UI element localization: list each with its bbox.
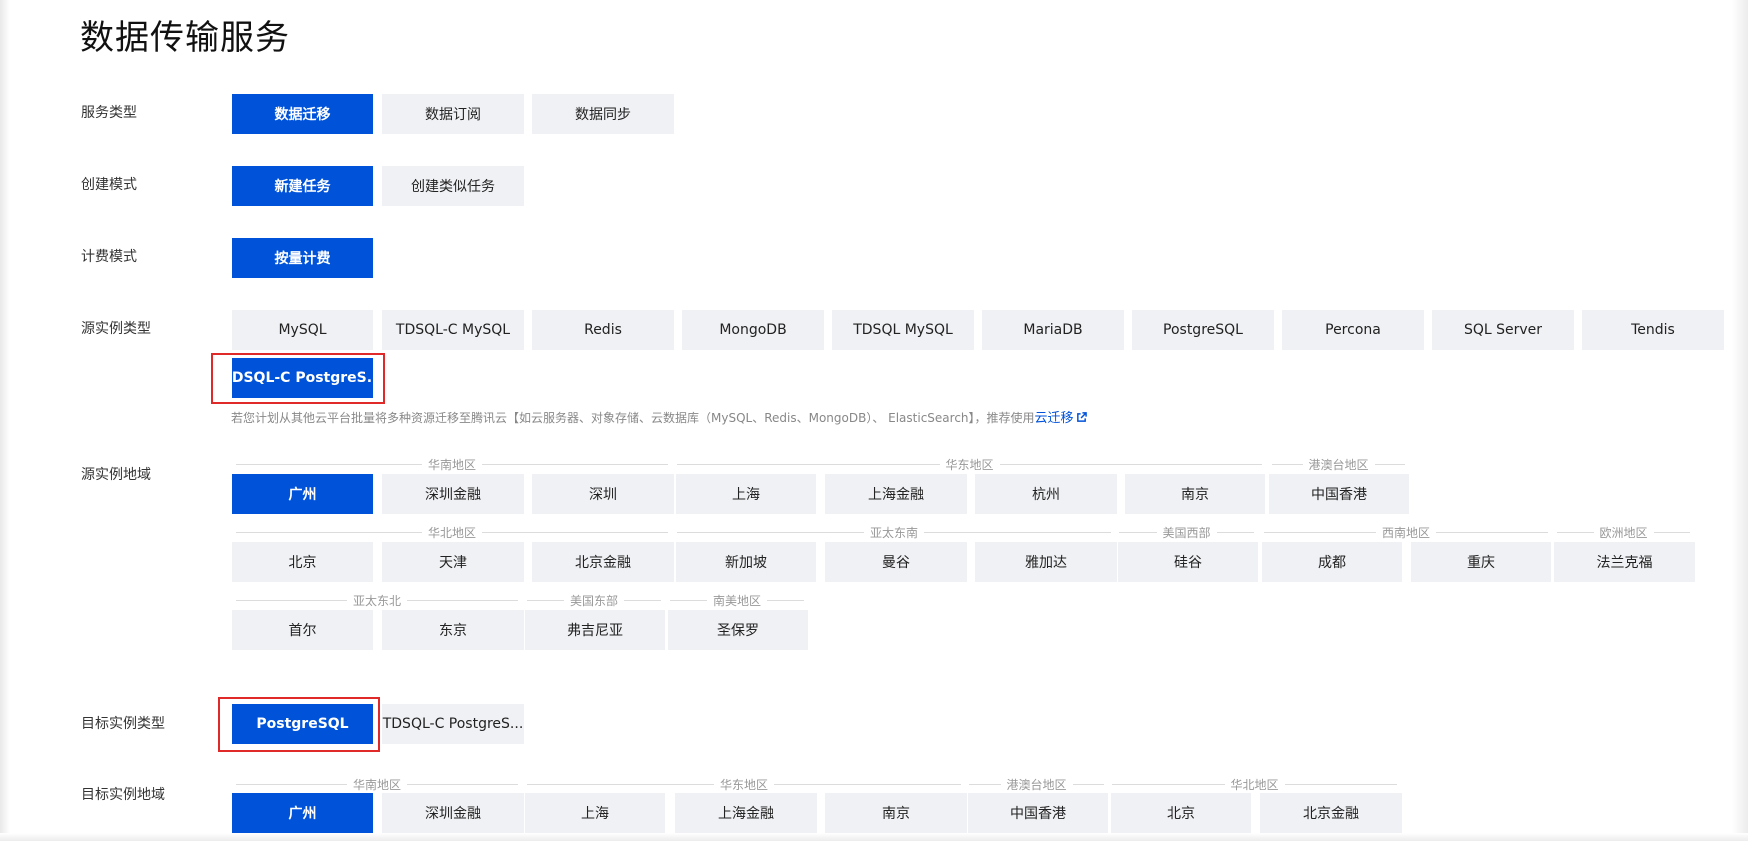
target-group-hk-macau-taiwan: 港澳台地区 — [969, 777, 1105, 792]
source-region-beijing-finance[interactable]: 北京金融 — [532, 542, 674, 582]
source-type-percona[interactable]: Percona — [1282, 310, 1424, 350]
target-region-beijing[interactable]: 北京 — [1111, 793, 1251, 833]
source-group-hk-macau-taiwan: 港澳台地区 — [1272, 457, 1406, 472]
source-group-asia-pacific-northeast: 亚太东北 — [236, 593, 519, 608]
target-group-north-china: 华北地区 — [1112, 777, 1398, 792]
target-region-hongkong[interactable]: 中国香港 — [968, 793, 1108, 833]
source-region-silicon-valley[interactable]: 硅谷 — [1118, 542, 1258, 582]
source-region-virginia[interactable]: 弗吉尼亚 — [525, 610, 665, 650]
source-group-south-america: 南美地区 — [670, 593, 805, 608]
source-type-tdsql-mysql[interactable]: TDSQL MySQL — [832, 310, 974, 350]
source-region-guangzhou[interactable]: 广州 — [232, 474, 373, 514]
source-type-postgresql[interactable]: PostgreSQL — [1132, 310, 1274, 350]
source-region-chongqing[interactable]: 重庆 — [1411, 542, 1551, 582]
cloud-migration-link[interactable]: 云迁移 — [1035, 411, 1087, 426]
source-type-mongodb[interactable]: MongoDB — [682, 310, 824, 350]
label-source-type: 源实例类型 — [81, 321, 151, 337]
source-type-mysql[interactable]: MySQL — [232, 310, 373, 350]
label-service-type: 服务类型 — [81, 105, 137, 121]
source-group-us-east: 美国东部 — [527, 593, 662, 608]
option-new-task[interactable]: 新建任务 — [232, 166, 373, 206]
source-group-east-china: 华东地区 — [677, 457, 1263, 472]
source-region-frankfurt[interactable]: 法兰克福 — [1554, 542, 1695, 582]
target-region-guangzhou[interactable]: 广州 — [232, 793, 373, 833]
page-title: 数据传输服务 — [80, 18, 290, 58]
source-region-nanjing[interactable]: 南京 — [1125, 474, 1265, 514]
source-region-shanghai[interactable]: 上海 — [676, 474, 816, 514]
target-region-nanjing[interactable]: 南京 — [825, 793, 967, 833]
target-type-postgresql[interactable]: PostgreSQL — [232, 704, 373, 744]
option-data-migration[interactable]: 数据迁移 — [232, 94, 373, 134]
source-region-tokyo[interactable]: 东京 — [382, 610, 524, 650]
target-region-shanghai[interactable]: 上海 — [525, 793, 665, 833]
source-region-hongkong[interactable]: 中国香港 — [1269, 474, 1409, 514]
source-region-shanghai-finance[interactable]: 上海金融 — [825, 474, 967, 514]
source-type-tdsql-c-mysql[interactable]: TDSQL-C MySQL — [382, 310, 524, 350]
scrollbar-track[interactable] — [1732, 0, 1748, 841]
option-data-sync[interactable]: 数据同步 — [532, 94, 674, 134]
source-type-redis[interactable]: Redis — [532, 310, 674, 350]
target-region-beijing-finance[interactable]: 北京金融 — [1260, 793, 1402, 833]
label-target-type: 目标实例类型 — [81, 716, 165, 732]
label-billing-mode: 计费模式 — [81, 249, 137, 265]
external-link-icon — [1076, 412, 1087, 422]
bottom-edge-shade — [0, 833, 1748, 841]
source-region-shenzhen-finance[interactable]: 深圳金融 — [382, 474, 524, 514]
source-region-singapore[interactable]: 新加坡 — [676, 542, 816, 582]
source-group-southwest-china: 西南地区 — [1264, 525, 1549, 540]
source-group-asia-pacific-southeast: 亚太东南 — [677, 525, 1112, 540]
source-type-tdsql-c-postgresql[interactable]: TDSQL-C PostgreS... — [232, 358, 373, 398]
source-region-seoul[interactable]: 首尔 — [232, 610, 373, 650]
source-type-tendis[interactable]: Tendis — [1582, 310, 1724, 350]
label-source-region: 源实例地域 — [81, 467, 151, 483]
source-group-south-china: 华南地区 — [236, 457, 669, 472]
source-region-shenzhen[interactable]: 深圳 — [532, 474, 674, 514]
source-region-jakarta[interactable]: 雅加达 — [975, 542, 1117, 582]
migration-hint: 若您计划从其他云平台批量将多种资源迁移至腾讯云【如云服务器、对象存储、云数据库（… — [231, 407, 1087, 426]
source-region-beijing[interactable]: 北京 — [232, 542, 373, 582]
target-region-shanghai-finance[interactable]: 上海金融 — [675, 793, 817, 833]
label-target-region: 目标实例地域 — [81, 787, 165, 803]
label-create-mode: 创建模式 — [81, 177, 137, 193]
source-type-mariadb[interactable]: MariaDB — [982, 310, 1124, 350]
migration-hint-text: 若您计划从其他云平台批量将多种资源迁移至腾讯云【如云服务器、对象存储、云数据库（… — [231, 411, 1035, 425]
source-region-hangzhou[interactable]: 杭州 — [975, 474, 1117, 514]
left-edge-shade — [0, 0, 10, 841]
target-group-east-china: 华东地区 — [527, 777, 962, 792]
source-group-north-china: 华北地区 — [236, 525, 669, 540]
source-group-us-west: 美国西部 — [1119, 525, 1255, 540]
option-pay-as-you-go[interactable]: 按量计费 — [232, 238, 373, 278]
source-region-chengdu[interactable]: 成都 — [1262, 542, 1402, 582]
target-type-tdsql-c-postgresql[interactable]: TDSQL-C PostgreS... — [382, 704, 524, 744]
cloud-migration-link-label: 云迁移 — [1034, 411, 1074, 426]
source-group-europe: 欧洲地区 — [1557, 525, 1691, 540]
source-region-bangkok[interactable]: 曼谷 — [825, 542, 967, 582]
source-region-sao-paulo[interactable]: 圣保罗 — [668, 610, 808, 650]
option-create-similar-task[interactable]: 创建类似任务 — [382, 166, 524, 206]
option-data-subscription[interactable]: 数据订阅 — [382, 94, 524, 134]
target-group-south-china: 华南地区 — [236, 777, 519, 792]
target-region-shenzhen-finance[interactable]: 深圳金融 — [382, 793, 524, 833]
source-region-tianjin[interactable]: 天津 — [382, 542, 524, 582]
source-type-sql-server[interactable]: SQL Server — [1432, 310, 1574, 350]
